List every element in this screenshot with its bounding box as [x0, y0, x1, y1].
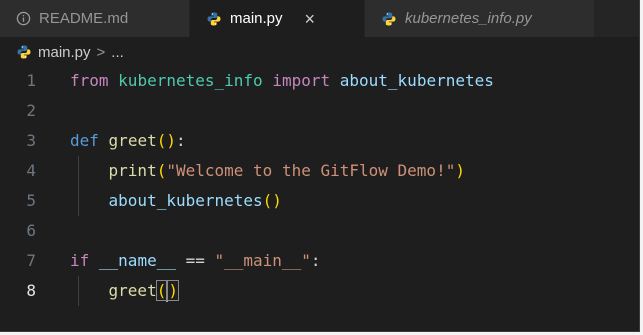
code-token: () — [155, 280, 179, 302]
code-token: "Welcome to the GitFlow Demo!" — [166, 161, 456, 180]
code-token: from — [70, 71, 109, 90]
breadcrumb-separator: > — [96, 43, 106, 61]
code-token: import — [272, 71, 331, 90]
code-line[interactable]: 2 — [0, 96, 639, 126]
code-token: kubernetes_info — [118, 71, 263, 90]
tab-label: main.py — [230, 10, 283, 27]
code-token: greet — [108, 281, 157, 300]
code-line[interactable]: 8 greet() — [0, 276, 639, 306]
code-line[interactable]: 1 from kubernetes_info import about_kuber… — [0, 66, 639, 96]
code-token: : — [175, 131, 186, 150]
code-token: greet — [108, 131, 157, 150]
tab-kubernetes-info-py[interactable]: kubernetes_info.py — [365, 0, 595, 37]
code-token: == — [175, 251, 215, 270]
code-text: if __name__ == "__main__": — [70, 246, 639, 276]
code-token: print — [108, 161, 157, 180]
code-line[interactable]: 4 print("Welcome to the GitFlow Demo!") — [0, 156, 639, 186]
close-icon[interactable]: × — [305, 10, 316, 28]
breadcrumb-file[interactable]: main.py — [38, 44, 91, 61]
code-token: def — [70, 131, 99, 150]
line-number: 5 — [26, 191, 36, 210]
line-number: 6 — [26, 221, 36, 240]
code-token: "__main__" — [214, 251, 311, 270]
indent-guide — [78, 276, 79, 306]
code-token: if — [70, 251, 90, 270]
code-editor[interactable]: 1 from kubernetes_info import about_kuber… — [0, 66, 639, 306]
python-icon — [382, 12, 396, 25]
line-number: 3 — [26, 131, 36, 150]
code-token: () — [262, 191, 282, 210]
python-icon — [17, 45, 31, 59]
code-line[interactable]: 6 — [0, 216, 639, 246]
code-text: print("Welcome to the GitFlow Demo!") — [70, 156, 639, 186]
indent-guide — [78, 186, 79, 216]
code-token: about_kubernetes — [108, 191, 263, 210]
line-number: 7 — [26, 251, 36, 270]
breadcrumb-more[interactable]: ... — [111, 44, 124, 61]
breadcrumb: main.py > ... — [0, 38, 639, 66]
line-number: 2 — [26, 101, 36, 120]
tab-bar: README.md main.py × kubernetes_info.py — [0, 0, 639, 38]
editor-window: README.md main.py × kubernetes_info.py m… — [0, 0, 640, 332]
python-icon — [207, 12, 221, 25]
info-icon — [16, 11, 31, 26]
tab-main-py[interactable]: main.py × — [190, 0, 365, 37]
line-number: 1 — [26, 71, 36, 90]
code-token: ) — [455, 161, 465, 180]
code-text: about_kubernetes() — [70, 186, 639, 216]
tab-readme[interactable]: README.md — [0, 0, 190, 37]
tab-label: kubernetes_info.py — [405, 10, 532, 27]
code-line[interactable]: 3 def greet(): — [0, 126, 639, 156]
indent-guide — [78, 156, 79, 186]
code-line[interactable]: 5 about_kubernetes() — [0, 186, 639, 216]
code-line[interactable]: 7 if __name__ == "__main__": — [0, 246, 639, 276]
code-text: def greet(): — [70, 126, 639, 156]
code-token: ( — [156, 161, 167, 180]
code-token: __name__ — [98, 251, 176, 270]
line-number: 8 — [26, 281, 36, 300]
code-token: about_kubernetes — [339, 71, 494, 90]
line-number: 4 — [26, 161, 36, 180]
tab-label: README.md — [39, 10, 129, 27]
code-token: () — [156, 131, 176, 150]
code-text: greet() — [70, 276, 639, 306]
code-text: from kubernetes_info import about_kubern… — [70, 66, 639, 96]
code-token: : — [310, 251, 321, 270]
